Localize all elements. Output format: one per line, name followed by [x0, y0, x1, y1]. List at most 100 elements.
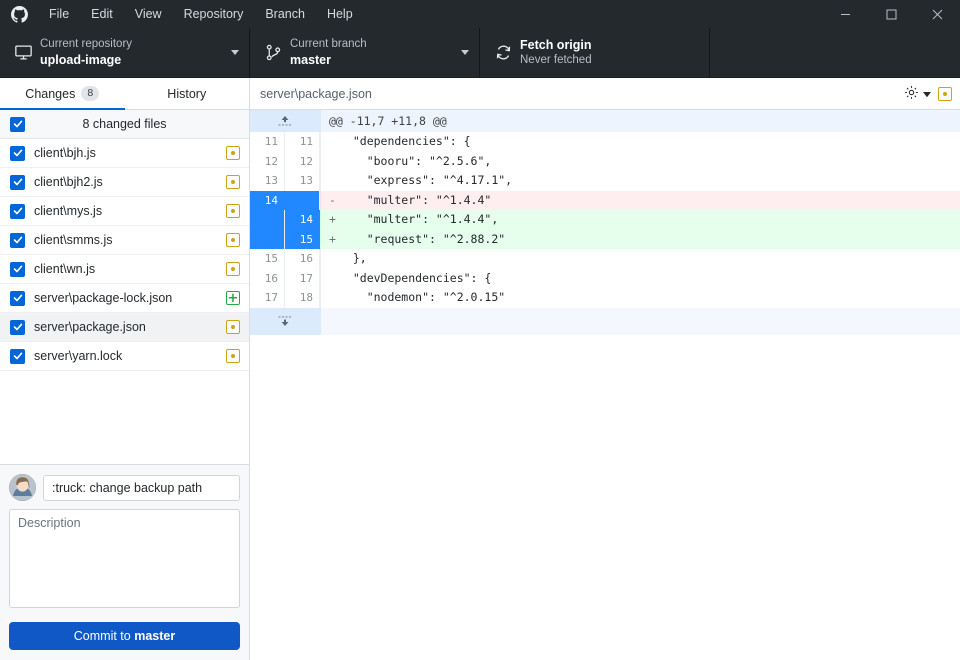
desktop-icon: [10, 44, 36, 61]
diff-line-context[interactable]: 15 16 },: [250, 249, 960, 269]
minimize-icon[interactable]: [822, 0, 868, 28]
list-item[interactable]: server\package.json: [0, 313, 249, 342]
tab-changes[interactable]: Changes 8: [0, 78, 125, 110]
diff-new-line-number: 12: [285, 151, 320, 171]
diff-hunk-header-text: @@ -11,7 +11,8 @@: [320, 110, 960, 132]
chevron-down-icon: [231, 50, 239, 55]
diff-old-line-number: 14: [250, 190, 285, 210]
list-item[interactable]: server\yarn.lock: [0, 342, 249, 371]
diff-line-context[interactable]: 17 18 "nodemon": "^2.0.15": [250, 288, 960, 308]
diff-old-line-number: 15: [250, 249, 285, 269]
file-name: client\wn.js: [34, 262, 96, 276]
file-name: client\bjh2.js: [34, 175, 103, 189]
changed-file-list[interactable]: client\bjh.js client\bjh2.js client\mys.…: [0, 139, 249, 464]
commit-summary-input[interactable]: [43, 474, 240, 501]
diff-line-added[interactable]: 14 + "multer": "^1.4.4",: [250, 210, 960, 230]
diff-new-line-number: [285, 190, 320, 210]
menu-item-repository[interactable]: Repository: [173, 0, 255, 28]
diff-expand-down-filler: [320, 307, 960, 335]
diff-line-context[interactable]: 12 12 "booru": "^2.5.6",: [250, 151, 960, 172]
diff-file-path: server\package.json: [260, 86, 372, 101]
diff-line-marker: [329, 132, 339, 152]
commit-summary-row: [9, 474, 240, 501]
list-item[interactable]: client\bjh.js: [0, 139, 249, 168]
diff-line-context[interactable]: 16 17 "devDependencies": {: [250, 268, 960, 289]
diff-line-text: + "multer": "^1.4.4",: [320, 210, 960, 230]
avatar: [9, 474, 36, 501]
tab-changes-count: 8: [81, 86, 100, 101]
diff-line-marker: [329, 152, 339, 172]
modified-icon: [226, 175, 240, 189]
list-item[interactable]: client\mys.js: [0, 197, 249, 226]
diff-file-header: server\package.json: [250, 78, 960, 110]
gear-icon: [904, 85, 919, 103]
file-checkbox[interactable]: [10, 348, 25, 364]
diff-line-text: "devDependencies": {: [320, 268, 960, 289]
diff-line-content: "devDependencies": {: [339, 270, 492, 285]
diff-line-marker: +: [329, 212, 336, 226]
file-checkbox[interactable]: [10, 261, 25, 277]
github-logo-icon: [0, 0, 38, 28]
tab-history[interactable]: History: [125, 78, 250, 109]
file-checkbox[interactable]: [10, 203, 25, 219]
commit-button[interactable]: Commit to master: [9, 622, 240, 650]
menu-item-help[interactable]: Help: [316, 0, 364, 28]
diff-line-content: "nodemon": "^2.0.15": [339, 290, 506, 304]
menu-item-view[interactable]: View: [124, 0, 173, 28]
list-item[interactable]: server\package-lock.json +: [0, 284, 249, 313]
diff-line-text: + "request": "^2.88.2": [320, 229, 960, 249]
menu-bar: File Edit View Repository Branch Help: [38, 0, 364, 28]
diff-line-context[interactable]: 13 13 "express": "^4.17.1",: [250, 171, 960, 191]
diff-line-content: "multer": "^1.4.4": [339, 192, 492, 207]
menu-item-edit[interactable]: Edit: [80, 0, 124, 28]
maximize-icon[interactable]: [868, 0, 914, 28]
diff-line-marker: [329, 269, 339, 289]
file-name: client\mys.js: [34, 204, 103, 218]
toolbar-filler: [710, 28, 960, 77]
changed-files-count-label: 8 changed files: [82, 117, 167, 131]
menu-item-branch[interactable]: Branch: [254, 0, 316, 28]
commit-form: Commit to master: [0, 464, 249, 660]
diff-line-marker: [329, 171, 339, 191]
diff-old-line-number: 17: [250, 288, 285, 308]
chevron-down-icon: [923, 87, 931, 101]
diff-new-line-number: 17: [285, 268, 320, 288]
modified-icon: [938, 86, 952, 101]
commit-button-prefix: Commit to: [73, 629, 135, 643]
diff-line-added[interactable]: 15 + "request": "^2.88.2": [250, 229, 960, 249]
diff-line-removed[interactable]: 14 - "multer": "^1.4.4": [250, 190, 960, 210]
diff-line-content: "express": "^4.17.1",: [339, 173, 513, 187]
current-branch-value: master: [290, 53, 331, 67]
diff-line-content: "request": "^2.88.2": [339, 231, 506, 246]
current-branch-button[interactable]: Current branch master: [250, 28, 480, 77]
expand-up-icon[interactable]: [250, 110, 320, 132]
diff-old-line-number: 16: [250, 268, 285, 288]
select-all-checkbox[interactable]: [10, 116, 25, 132]
file-checkbox[interactable]: [10, 145, 25, 161]
list-item[interactable]: client\bjh2.js: [0, 168, 249, 197]
menu-item-file[interactable]: File: [38, 0, 80, 28]
diff-line-context[interactable]: 11 11 "dependencies": {: [250, 132, 960, 152]
close-icon[interactable]: [914, 0, 960, 28]
file-checkbox[interactable]: [10, 290, 25, 306]
fetch-origin-button[interactable]: Fetch origin Never fetched: [480, 28, 710, 77]
diff-line-content: "dependencies": {: [339, 134, 471, 148]
diff-viewer[interactable]: @@ -11,7 +11,8 @@ 11 11 "dependencies": …: [250, 110, 960, 660]
commit-description-input[interactable]: [9, 509, 240, 608]
diff-old-line-number: [250, 210, 285, 230]
file-checkbox[interactable]: [10, 232, 25, 248]
changed-files-header: 8 changed files: [0, 110, 249, 139]
list-item[interactable]: client\smms.js: [0, 226, 249, 255]
file-checkbox[interactable]: [10, 319, 25, 335]
list-item[interactable]: client\wn.js: [0, 255, 249, 284]
current-repository-button[interactable]: Current repository upload-image: [0, 28, 250, 77]
diff-line-marker: [329, 288, 339, 308]
diff-line-marker: -: [329, 192, 336, 207]
diff-new-line-number: 16: [285, 249, 320, 269]
modified-icon: [226, 349, 240, 363]
file-name: server\package.json: [34, 320, 146, 334]
file-checkbox[interactable]: [10, 174, 25, 190]
diff-settings-button[interactable]: [904, 85, 931, 103]
expand-down-icon[interactable]: [250, 307, 320, 335]
sidebar-tabs: Changes 8 History: [0, 78, 249, 110]
